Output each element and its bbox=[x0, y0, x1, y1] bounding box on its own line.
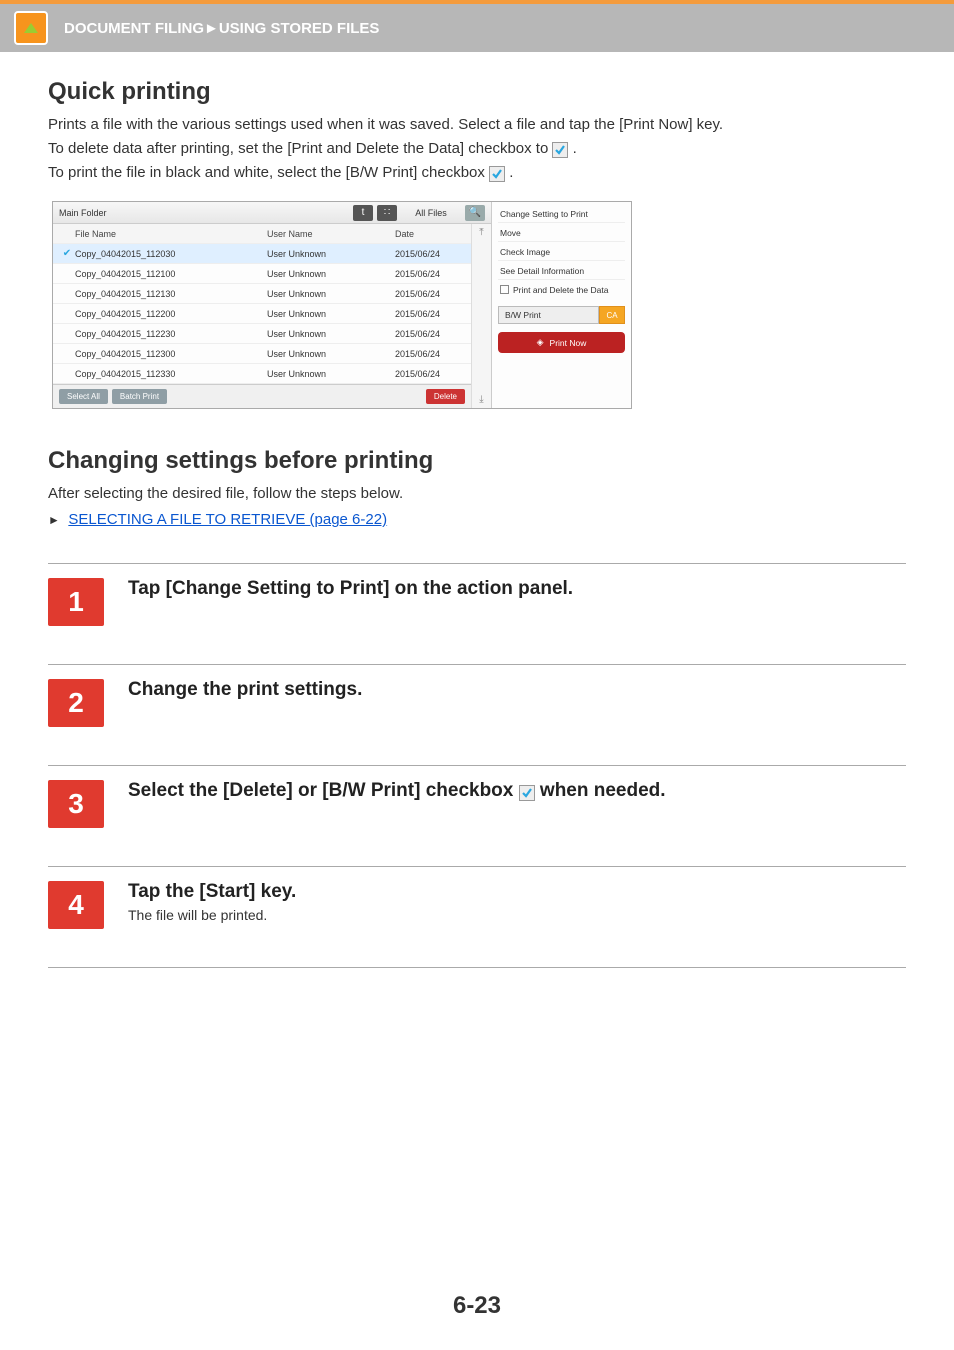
scroll-up-icon[interactable]: ⤒ bbox=[479, 227, 483, 238]
step-title: Tap [Change Setting to Print] on the act… bbox=[128, 578, 573, 600]
checkbox-checked-icon bbox=[519, 785, 535, 801]
table-row[interactable]: Copy_04042015_112130User Unknown2015/06/… bbox=[53, 284, 471, 304]
action-bw-print[interactable]: B/W Print bbox=[498, 306, 599, 324]
action-move[interactable]: Move bbox=[498, 225, 625, 242]
batch-print-button[interactable]: Batch Print bbox=[112, 389, 167, 404]
action-print-delete[interactable]: Print and Delete the Data bbox=[498, 282, 625, 298]
checkbox-unchecked-icon[interactable] bbox=[500, 285, 509, 294]
step-title: Select the [Delete] or [B/W Print] check… bbox=[128, 780, 666, 802]
action-panel: Change Setting to Print Move Check Image… bbox=[491, 202, 631, 408]
quick-p2: To delete data after printing, set the [… bbox=[48, 138, 906, 160]
changing-p1: After selecting the desired file, follow… bbox=[48, 483, 906, 505]
breadcrumb: DOCUMENT FILING►USING STORED FILES bbox=[64, 20, 379, 37]
table-row[interactable]: Copy_04042015_112100User Unknown2015/06/… bbox=[53, 264, 471, 284]
table-row[interactable]: Copy_04042015_112230User Unknown2015/06/… bbox=[53, 324, 471, 344]
step-2: 2 Change the print settings. bbox=[48, 664, 906, 765]
page-number: 6-23 bbox=[0, 1292, 954, 1320]
action-change-setting[interactable]: Change Setting to Print bbox=[498, 206, 625, 223]
main-folder-label: Main Folder bbox=[59, 208, 349, 218]
quick-p1: Prints a file with the various settings … bbox=[48, 114, 906, 136]
tab-all-files[interactable]: All Files bbox=[401, 208, 461, 218]
view-list-icon[interactable]: t bbox=[353, 205, 373, 221]
step-number: 4 bbox=[48, 881, 104, 929]
folder-up-icon bbox=[14, 11, 48, 45]
scrollbar[interactable]: ⤒ ⤓ bbox=[471, 224, 491, 408]
table-row[interactable]: ✔Copy_04042015_112030User Unknown2015/06… bbox=[53, 244, 471, 264]
changing-heading: Changing settings before printing bbox=[48, 447, 906, 475]
step-description: The file will be printed. bbox=[128, 907, 296, 923]
print-now-button[interactable]: Print Now bbox=[498, 332, 625, 353]
col-header-username[interactable]: User Name bbox=[267, 229, 395, 239]
table-row[interactable]: Copy_04042015_112330User Unknown2015/06/… bbox=[53, 364, 471, 384]
step-title: Tap the [Start] key. bbox=[128, 881, 296, 903]
action-see-detail[interactable]: See Detail Information bbox=[498, 263, 625, 280]
step-number: 1 bbox=[48, 578, 104, 626]
table-row[interactable]: Copy_04042015_112300User Unknown2015/06/… bbox=[53, 344, 471, 364]
step-title: Change the print settings. bbox=[128, 679, 362, 701]
step-number: 3 bbox=[48, 780, 104, 828]
step-1: 1 Tap [Change Setting to Print] on the a… bbox=[48, 563, 906, 664]
retrieve-link[interactable]: SELECTING A FILE TO RETRIEVE (page 6-22) bbox=[68, 511, 387, 528]
ui-screenshot: Main Folder t ∷ All Files 🔍 File Name Us… bbox=[52, 201, 632, 409]
quick-p3: To print the file in black and white, se… bbox=[48, 162, 906, 184]
step-3: 3 Select the [Delete] or [B/W Print] che… bbox=[48, 765, 906, 866]
step-number: 2 bbox=[48, 679, 104, 727]
action-check-image[interactable]: Check Image bbox=[498, 244, 625, 261]
search-icon[interactable]: 🔍 bbox=[465, 205, 485, 221]
scroll-down-icon[interactable]: ⤓ bbox=[479, 394, 483, 405]
checkbox-checked-icon bbox=[489, 166, 505, 182]
header-bar: DOCUMENT FILING►USING STORED FILES bbox=[0, 0, 954, 52]
step-4: 4 Tap the [Start] key. The file will be … bbox=[48, 866, 906, 967]
table-row[interactable]: Copy_04042015_112200User Unknown2015/06/… bbox=[53, 304, 471, 324]
checkbox-checked-icon bbox=[552, 142, 568, 158]
delete-button[interactable]: Delete bbox=[426, 389, 465, 404]
ca-button[interactable]: CA bbox=[599, 306, 625, 324]
link-bullet-icon: ► bbox=[48, 513, 60, 527]
view-grid-icon[interactable]: ∷ bbox=[377, 205, 397, 221]
col-header-filename[interactable]: File Name bbox=[75, 229, 267, 239]
col-header-date[interactable]: Date bbox=[395, 229, 465, 239]
quick-printing-heading: Quick printing bbox=[48, 78, 906, 106]
select-all-button[interactable]: Select All bbox=[59, 389, 108, 404]
